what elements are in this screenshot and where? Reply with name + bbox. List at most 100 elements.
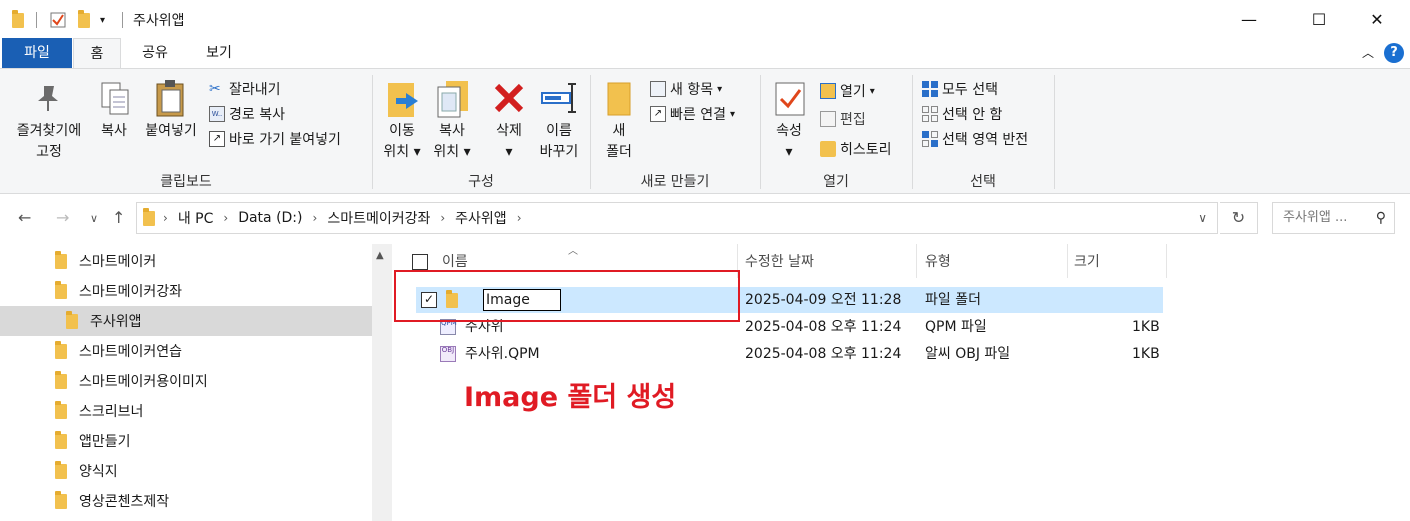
folder-icon	[143, 207, 155, 226]
new-folder-label-line2: 폴더	[606, 144, 632, 160]
nav-item-smartmaker-course[interactable]: 스마트메이커강좌	[0, 276, 372, 306]
tab-view[interactable]: 보기	[190, 38, 248, 68]
divider	[122, 12, 123, 28]
column-header-size[interactable]: 크기	[1074, 248, 1100, 280]
annotation-text: Image 폴더 생성	[464, 382, 677, 413]
copy-to-label-line1: 복사	[439, 123, 465, 139]
divider[interactable]	[1166, 244, 1167, 278]
nav-item-label: 양식지	[79, 464, 118, 480]
new-folder-button[interactable]: 새 폴더	[598, 121, 640, 163]
select-all-icon	[922, 81, 938, 97]
nav-item-smartmaker-practice[interactable]: 스마트메이커연습	[0, 336, 372, 366]
properties-button[interactable]: 속성 ▾	[766, 121, 812, 163]
up-arrow-icon[interactable]: ↑	[112, 208, 125, 227]
delete-label: 삭제	[496, 123, 522, 139]
history-button[interactable]: 히스토리	[820, 139, 892, 159]
folder-icon	[55, 370, 67, 389]
copy-to-button[interactable]: 복사 위치 ▾	[428, 121, 476, 163]
nav-item-smartmaker-images[interactable]: 스마트메이커용이미지	[0, 366, 372, 396]
column-header-modified[interactable]: 수정한 날짜	[745, 248, 814, 280]
breadcrumb-smartmaker-course[interactable]: 스마트메이커강좌	[327, 208, 430, 228]
edit-icon	[820, 111, 836, 127]
breadcrumb-this-pc[interactable]: 내 PC	[178, 208, 214, 228]
paste-button[interactable]: 붙여넣기	[138, 121, 204, 142]
address-history-chevron-icon[interactable]: ∨	[1198, 211, 1207, 225]
select-all-checkbox[interactable]	[412, 254, 428, 270]
select-all-button[interactable]: 모두 선택	[922, 79, 998, 99]
address-bar[interactable]: › 내 PC › Data (D:) › 스마트메이커강좌 › 주사위앱 › ∨	[136, 202, 1218, 234]
paste-shortcut-button[interactable]: ↗ 바로 가기 붙여넣기	[209, 129, 341, 149]
nav-item-forms[interactable]: 양식지	[0, 456, 372, 486]
divider	[36, 12, 37, 28]
type-cell: 알씨 OBJ 파일	[925, 346, 1011, 362]
refresh-button[interactable]: ↻	[1220, 202, 1258, 234]
help-icon[interactable]: ?	[1384, 43, 1404, 63]
nav-item-app-making[interactable]: 앱만들기	[0, 426, 372, 456]
column-header-type[interactable]: 유형	[925, 248, 951, 280]
tab-file[interactable]: 파일	[2, 38, 72, 68]
recent-locations-chevron-icon[interactable]: ∨	[90, 212, 98, 225]
delete-icon	[492, 81, 526, 119]
list-item[interactable]: OBJ 주사위.QPM 2025-04-08 오후 11:24 알씨 OBJ 파…	[416, 341, 1163, 367]
new-item-button[interactable]: 새 항목 ▾	[650, 79, 722, 99]
easy-access-button[interactable]: ↗ 빠른 연결 ▾	[650, 104, 735, 124]
type-cell: QPM 파일	[925, 319, 987, 335]
properties-quick-icon[interactable]	[50, 10, 66, 30]
pin-label-line1: 즐겨찾기에	[16, 123, 82, 139]
folder-icon	[55, 250, 67, 269]
chevron-right-icon: ›	[312, 211, 318, 225]
select-none-icon	[922, 106, 938, 122]
type-cell: 파일 폴더	[925, 292, 981, 308]
maximize-button[interactable]: ☐	[1296, 4, 1342, 34]
window-title: 주사위앱	[133, 13, 185, 29]
cut-button[interactable]: ✂ 잘라내기	[209, 79, 281, 99]
minimize-button[interactable]: —	[1226, 4, 1272, 34]
copy-button[interactable]: 복사	[94, 121, 134, 142]
move-to-button[interactable]: 이동 위치 ▾	[378, 121, 426, 163]
nav-item-dice-app[interactable]: 주사위앱	[0, 306, 372, 336]
back-arrow-icon[interactable]: ←	[18, 208, 31, 227]
chevron-down-icon: ▾	[785, 144, 793, 160]
open-button[interactable]: 열기 ▾	[820, 81, 875, 101]
chevron-right-icon: ›	[440, 211, 446, 225]
nav-scrollbar[interactable]: ▲	[372, 244, 392, 521]
copy-to-label-line2: 위치 ▾	[433, 144, 471, 160]
search-input[interactable]: 주사위앱 ... ⚲	[1272, 202, 1395, 234]
new-folder-label-line1: 새	[612, 123, 626, 139]
tab-home[interactable]: 홈	[73, 38, 121, 69]
nav-item-label: 영상콘첸츠제작	[79, 494, 170, 510]
copy-path-button[interactable]: W.. 경로 복사	[209, 104, 285, 124]
forward-arrow-icon[interactable]: →	[56, 208, 69, 227]
chevron-down-icon[interactable]: ▾	[100, 10, 105, 30]
collapse-ribbon-icon[interactable]: ︿	[1362, 44, 1374, 61]
scroll-up-arrow-icon[interactable]: ▲	[376, 250, 384, 261]
breadcrumb-dice-app[interactable]: 주사위앱	[455, 208, 507, 228]
pin-to-quick-access-button[interactable]: 즐겨찾기에 고정	[6, 121, 92, 163]
obj-file-icon: OBJ	[440, 346, 456, 362]
breadcrumb-data-drive[interactable]: Data (D:)	[238, 210, 302, 226]
invert-selection-button[interactable]: 선택 영역 반전	[922, 129, 1028, 149]
rename-button[interactable]: 이름 바꾸기	[532, 121, 586, 163]
rename-label-line2: 바꾸기	[539, 144, 579, 160]
divider[interactable]	[1067, 244, 1068, 278]
select-none-button[interactable]: 선택 안 함	[922, 104, 1002, 124]
paste-icon	[154, 79, 188, 123]
divider[interactable]	[916, 244, 917, 278]
nav-item-scrivener[interactable]: 스크리브너	[0, 396, 372, 426]
copy-path-label: 경로 복사	[229, 107, 285, 123]
nav-item-smartmaker[interactable]: 스마트메이커	[0, 246, 372, 276]
delete-button[interactable]: 삭제 ▾	[486, 121, 532, 163]
edit-button[interactable]: 편집	[820, 109, 866, 129]
new-folder-quick-icon[interactable]	[78, 9, 90, 30]
properties-label: 속성	[776, 123, 802, 139]
nav-item-video-content[interactable]: 영상콘첸츠제작	[0, 486, 372, 516]
history-label: 히스토리	[840, 142, 892, 158]
folder-icon	[55, 460, 67, 479]
move-label-line1: 이동	[389, 123, 415, 139]
close-button[interactable]: ✕	[1354, 4, 1400, 34]
search-icon: ⚲	[1375, 210, 1386, 226]
tab-share[interactable]: 공유	[128, 38, 182, 68]
pin-label-line2: 고정	[36, 144, 62, 160]
group-label-new: 새로 만들기	[640, 174, 710, 190]
new-folder-icon	[606, 81, 632, 121]
